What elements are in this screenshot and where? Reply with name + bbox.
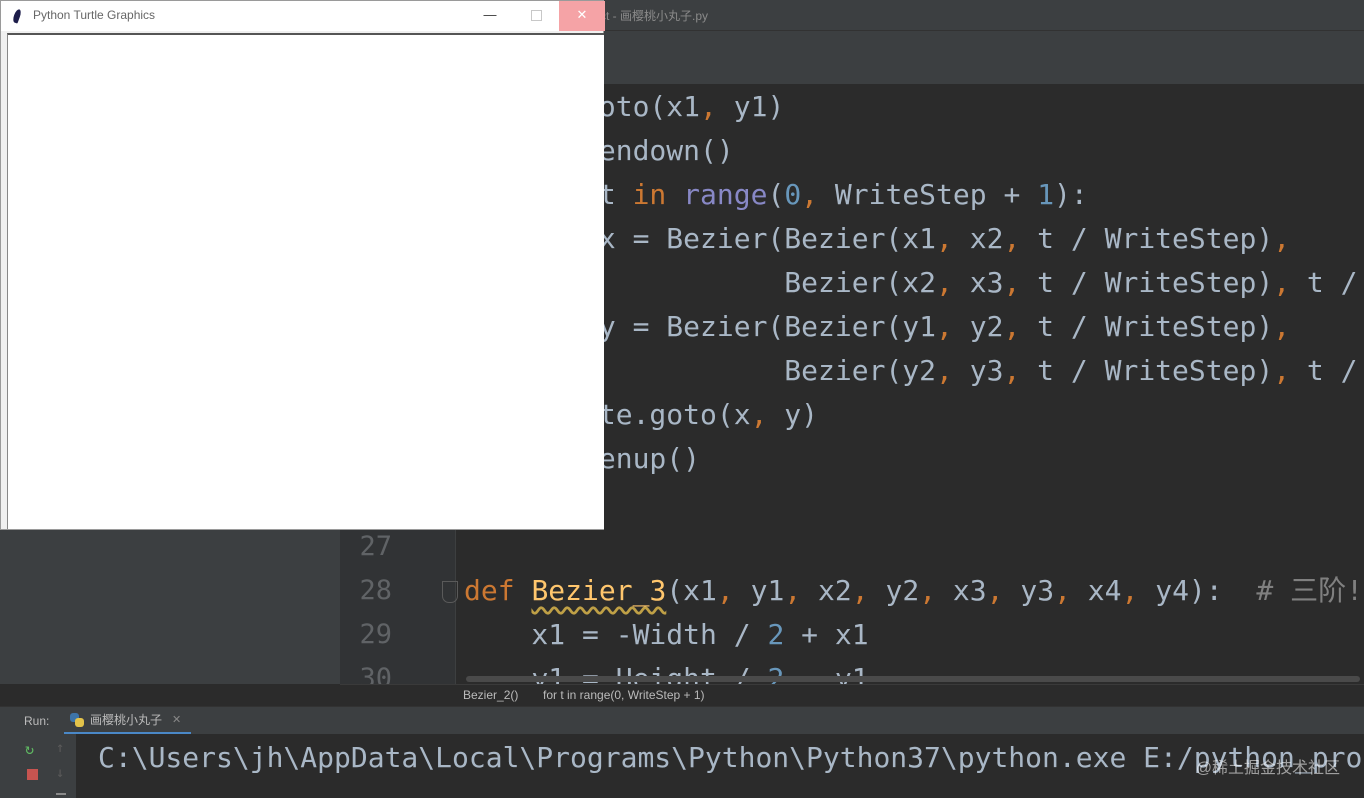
code-line[interactable]: def Bezier_3(x1, y1, x2, y2, x3, y3, x4,… (464, 569, 1363, 613)
turtle-window[interactable]: Python Turtle Graphics — ✕ (0, 0, 605, 530)
line-number: 27 (359, 531, 392, 562)
breadcrumb: Bezier_2() for t in range(0, WriteStep +… (340, 684, 1364, 707)
arrow-up-icon[interactable]: ↑ (56, 740, 64, 756)
run-console[interactable]: C:\Users\jh\AppData\Local\Programs\Pytho… (76, 734, 1364, 798)
line-number: 28 (359, 575, 392, 606)
turtle-canvas[interactable] (7, 33, 604, 529)
rerun-icon[interactable]: ↻ (25, 742, 39, 757)
run-label: Run: (24, 714, 50, 728)
breadcrumb-statement[interactable]: for t in range(0, WriteStep + 1) (543, 688, 705, 702)
python-icon (70, 712, 84, 727)
watermark: @稀土掘金技术社区 (1195, 760, 1340, 777)
close-icon[interactable]: ✕ (172, 713, 181, 726)
minus-icon[interactable] (56, 793, 66, 795)
arrow-down-icon[interactable]: ↓ (56, 765, 64, 781)
run-tab[interactable]: 画樱桃小丸子 ✕ (64, 707, 192, 735)
horizontal-scrollbar[interactable] (466, 676, 1360, 682)
turtle-window-title: Python Turtle Graphics (33, 8, 156, 22)
close-button[interactable]: ✕ (559, 1, 605, 31)
stop-icon[interactable] (27, 769, 38, 780)
ide-window-title: ct - 画樱桃小丸子.py (600, 9, 709, 23)
line-number: 29 (359, 619, 392, 650)
turtle-titlebar[interactable]: Python Turtle Graphics — ✕ (1, 1, 605, 31)
maximize-icon (531, 10, 542, 21)
console-output: C:\Users\jh\AppData\Local\Programs\Pytho… (98, 741, 1363, 774)
breadcrumb-function[interactable]: Bezier_2() (463, 688, 518, 702)
run-tab-label: 画樱桃小丸子 (90, 713, 163, 727)
run-toolwindow-header: Run: 画樱桃小丸子 ✕ (0, 706, 1364, 735)
feather-icon (11, 8, 23, 24)
code-line[interactable]: x1 = -Width / 2 + x1 (464, 613, 868, 657)
fold-icon[interactable] (442, 581, 458, 603)
minimize-button[interactable]: — (467, 1, 513, 31)
